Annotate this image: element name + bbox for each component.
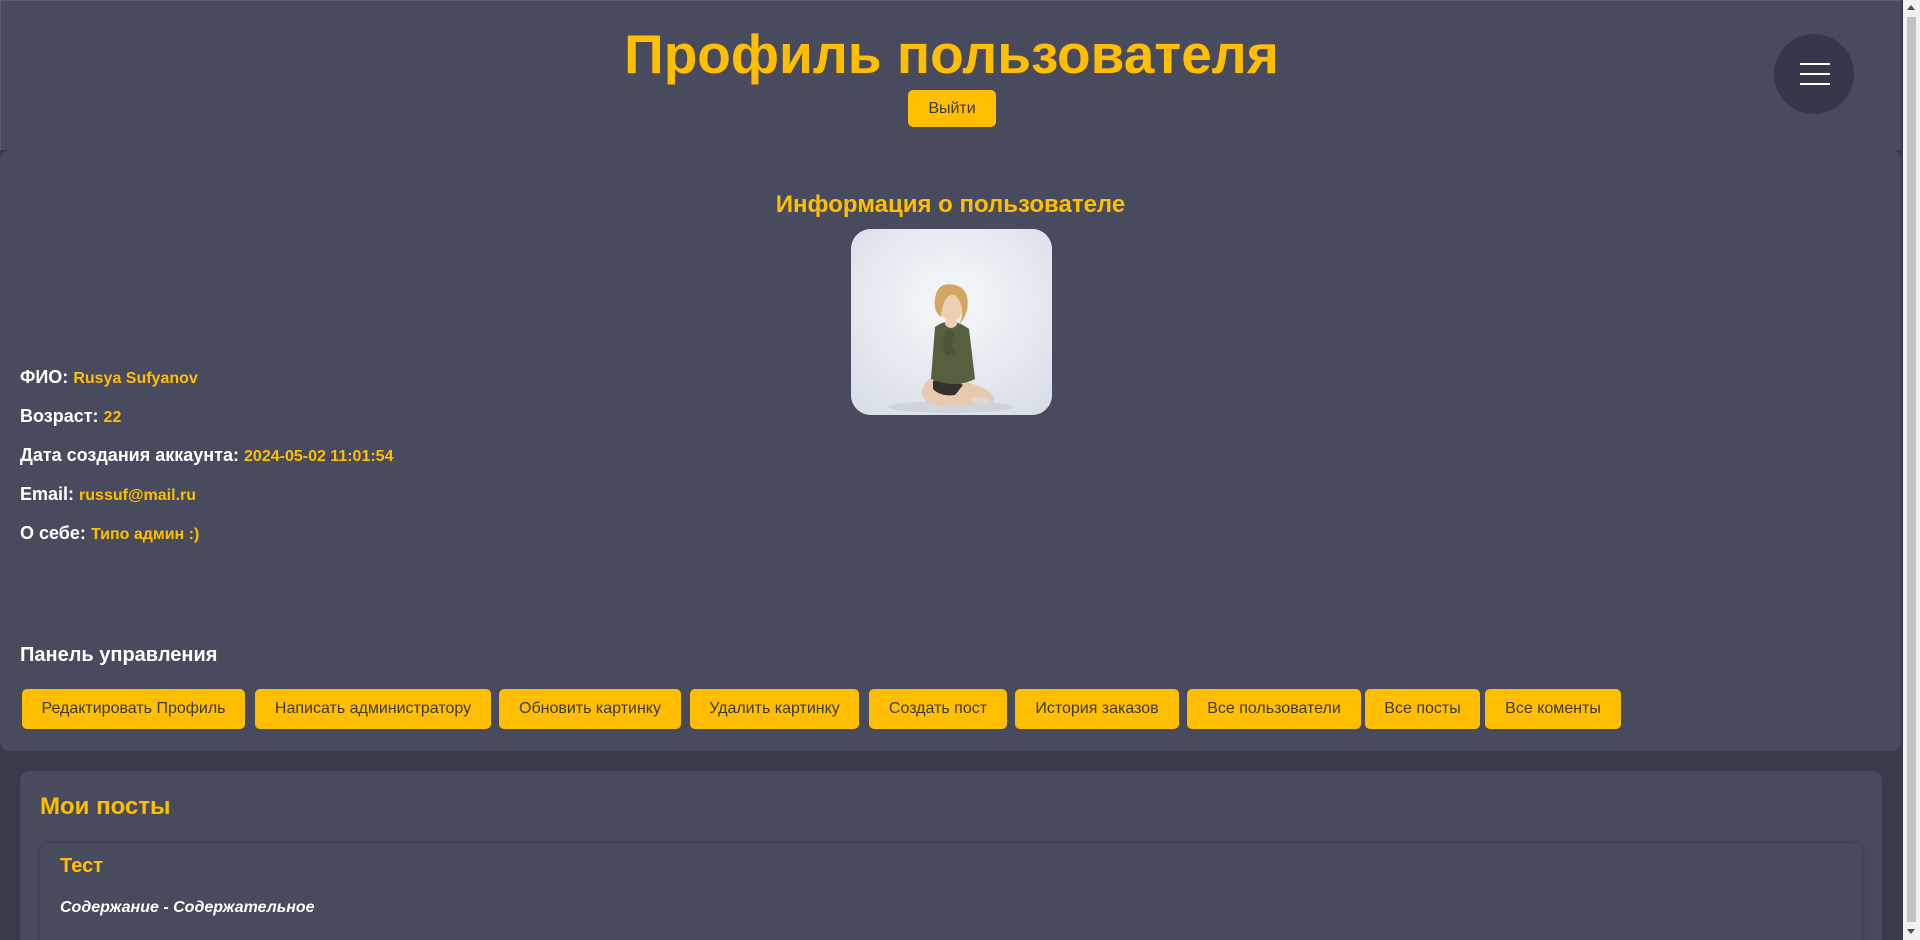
avatar [851, 229, 1052, 415]
field-email-label: Email: [20, 484, 75, 504]
delete-picture-button[interactable]: Удалить картинку [690, 689, 859, 729]
field-created-value: 2024-05-02 11:01:54 [244, 448, 394, 465]
user-info-title: Информация о пользователе [775, 191, 1126, 218]
post-title: Тест [60, 855, 103, 877]
edit-profile-button[interactable]: Редактировать Профиль [22, 689, 245, 729]
field-created-label: Дата создания аккаунта: [20, 445, 239, 465]
field-about-label: О себе: [20, 523, 86, 543]
page: Профиль пользователя Выйти Информация о … [0, 0, 1901, 940]
post-card[interactable]: Тест Содержание - Содержательное [40, 843, 1862, 940]
logout-button[interactable]: Выйти [908, 90, 996, 127]
field-about-value: Типо админ :) [90, 526, 200, 543]
field-age-value: 22 [103, 409, 122, 426]
menu-button[interactable] [1774, 34, 1854, 114]
field-email-value: russuf@mail.ru [79, 487, 197, 504]
order-history-button[interactable]: История заказов [1015, 689, 1179, 729]
user-photo [851, 229, 1052, 415]
all-posts-button[interactable]: Все посты [1365, 689, 1480, 729]
update-picture-button[interactable]: Обновить картинку [499, 689, 681, 729]
field-fio-value: Rusya Sufyanov [73, 370, 198, 387]
my-posts-section: Мои посты Тест Содержание - Содержательн… [20, 771, 1882, 940]
all-users-button[interactable]: Все пользователи [1187, 689, 1361, 729]
post-content: Содержание - Содержательное [60, 899, 315, 916]
scroll-thumb[interactable] [1907, 17, 1916, 922]
field-email: Email: russuf@mail.ru [20, 483, 196, 507]
my-posts-title: Мои посты [40, 793, 171, 820]
scroll-down-icon[interactable] [1907, 929, 1915, 934]
control-panel-title: Панель управления [20, 644, 218, 666]
field-created: Дата создания аккаунта: 2024-05-02 11:01… [20, 444, 393, 468]
field-fio-label: ФИО: [20, 367, 69, 387]
field-age-label: Возраст: [20, 406, 99, 426]
header: Профиль пользователя Выйти [0, 0, 1901, 150]
user-info-section: Информация о пользователе ФИО: Rusya Suf… [0, 150, 1901, 751]
write-admin-button[interactable]: Написать администратору [255, 689, 491, 729]
vertical-scrollbar[interactable] [1903, 0, 1920, 940]
field-fio: ФИО: Rusya Sufyanov [20, 366, 198, 390]
field-about: О себе: Типо админ :) [20, 522, 199, 546]
field-age: Возраст: 22 [20, 405, 121, 429]
page-title: Профиль пользователя [624, 23, 1279, 85]
create-post-button[interactable]: Создать пост [869, 689, 1007, 729]
scroll-up-icon[interactable] [1907, 5, 1915, 10]
all-comments-button[interactable]: Все коменты [1485, 689, 1621, 729]
